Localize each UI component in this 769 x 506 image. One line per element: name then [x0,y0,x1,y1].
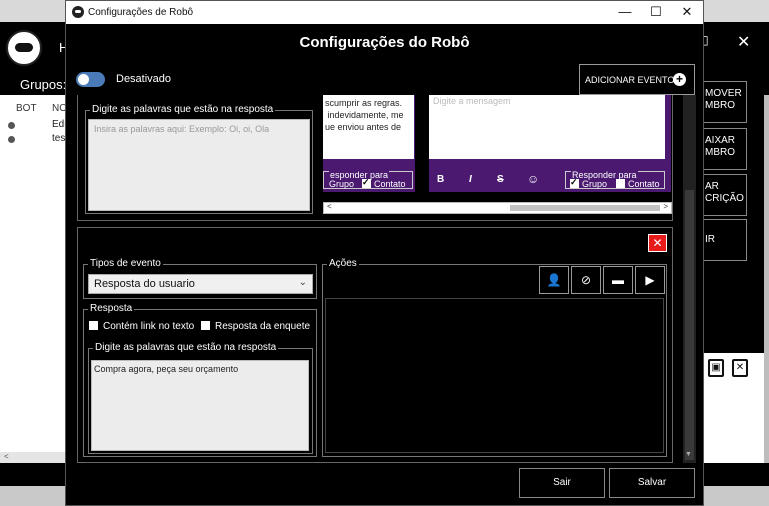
italic-button[interactable]: I [469,174,472,185]
checkbox-icon[interactable] [201,321,210,330]
keywords-fieldset-1: Digite as palavras que estão na resposta… [85,104,313,214]
scroll-down-icon[interactable]: ▼ [685,451,692,458]
delete-icon[interactable]: ✕ [732,359,748,377]
background-scrollbar[interactable] [764,95,769,465]
subscription-button[interactable]: AR CRIÇÃO [702,174,747,216]
exit-button[interactable]: Sair [519,468,605,498]
video-icon[interactable]: ▶ [635,266,665,294]
horizontal-scroll-thumb[interactable] [510,205,660,211]
contact-option-1[interactable]: Contato [362,177,406,189]
event-type-select[interactable]: Resposta do usuario ⌄ [88,274,313,294]
window-titlebar: Configurações de Robô — ☐ ✕ [66,1,703,24]
checkbox-icon[interactable] [616,179,625,188]
robot-logo [6,30,42,66]
list-scroll-left-arrow[interactable]: < [0,452,70,463]
background-close-icon[interactable]: ✕ [737,32,750,52]
close-icon[interactable]: ✕ [672,3,702,21]
keywords-legend-1: Digite as palavras que estão na resposta [90,104,276,115]
scroll-left-icon[interactable]: < [327,202,332,211]
scroll-right-icon[interactable]: > [663,202,668,211]
window-title: Configurações de Robô [88,7,194,18]
keywords-input-2[interactable]: Compra agora, peça seu orçamento [91,360,309,451]
message-input-2[interactable]: Digite a mensagem [429,95,665,159]
delete-event-button[interactable]: ✕ [648,234,667,252]
add-event-label: ADICIONAR EVENTO [585,74,675,85]
activation-toggle[interactable] [76,72,105,87]
event-card-1: Digite as palavras que estão na resposta… [77,95,673,221]
checkbox-checked-icon[interactable] [570,177,579,188]
bold-button[interactable]: B [437,174,444,185]
response-legend: Resposta [88,303,135,314]
event-type-legend: Tipos de evento [88,258,163,269]
minimize-icon[interactable]: — [610,3,640,21]
group-option-2[interactable]: Grupo [570,177,607,189]
group-option-1[interactable]: Grupo [329,179,354,189]
contains-link-checkbox[interactable]: Contém link no texto [89,321,194,332]
checkbox-checked-icon[interactable] [362,177,371,188]
respond-to-box-1: esponder para Grupo Contato [323,170,413,189]
download-member-button[interactable]: AIXAR MBRO [702,128,747,170]
status-dot-icon [8,136,15,143]
horizontal-scrollbar[interactable]: < > [323,202,672,214]
image-off-icon[interactable]: ⊘ [571,266,601,294]
checkbox-icon[interactable] [89,321,98,330]
save-button[interactable]: Salvar [609,468,695,498]
bot-list: BOT NO Edi test [0,95,70,460]
message-panel-1: scumprir as regras. indevidamente, me ue… [323,95,415,192]
event-card-2: ✕ Tipos de evento Resposta do usuario ⌄ … [77,227,673,463]
list-header-bot: BOT [16,103,37,114]
add-event-button[interactable]: ADICIONAR EVENTO + [579,64,695,95]
poll-response-checkbox[interactable]: Resposta da enquete [201,321,310,332]
actions-legend: Ações [327,258,359,269]
save-icon[interactable]: ▣ [708,359,724,377]
contains-link-label: Contém link no texto [103,321,195,332]
maximize-icon[interactable]: ☐ [641,3,671,21]
robot-settings-dialog: Configurações de Robô — ☐ ✕ Configuraçõe… [65,0,704,506]
poll-response-label: Resposta da enquete [215,321,311,332]
right-panel-toolbar: ▣ ✕ [702,353,764,383]
emoji-icon[interactable]: ☺ [527,172,539,186]
actions-area[interactable] [325,298,664,453]
strikethrough-button[interactable]: S [497,174,504,185]
activation-toggle-label: Desativado [116,73,172,85]
app-icon [72,6,84,18]
user-remove-icon[interactable]: 👤 [539,266,569,294]
message-icon[interactable]: ▬ [603,266,633,294]
keywords-legend-2: Digite as palavras que estão na resposta [93,342,279,353]
remove-member-button[interactable]: MOVER MBRO [702,81,747,123]
chevron-down-icon: ⌄ [298,277,307,288]
groups-label: Grupos: [20,77,67,92]
message-text-1[interactable]: scumprir as regras. indevidamente, me ue… [323,95,414,159]
right-action-button[interactable]: IR [702,219,747,261]
respond-to-box-2: Responder para Grupo Contato [565,170,665,189]
vertical-scroll-thumb[interactable] [685,190,694,460]
vertical-scrollbar[interactable]: ▼ [683,95,696,463]
message-panel-2: Digite a mensagem B I S ☺ Responder para… [429,95,671,192]
dialog-heading: Configurações do Robô [299,34,470,51]
event-type-value: Resposta do usuario [94,278,195,290]
keywords-input-1[interactable]: Insira as palavras aqui: Exemplo: Oi, oi… [88,119,310,211]
contact-option-2[interactable]: Contato [616,179,660,189]
plus-circle-icon: + [673,73,686,86]
actions-fieldset: Ações 👤 ⊘ ▬ ▶ [322,258,667,457]
status-dot-icon [8,122,15,129]
